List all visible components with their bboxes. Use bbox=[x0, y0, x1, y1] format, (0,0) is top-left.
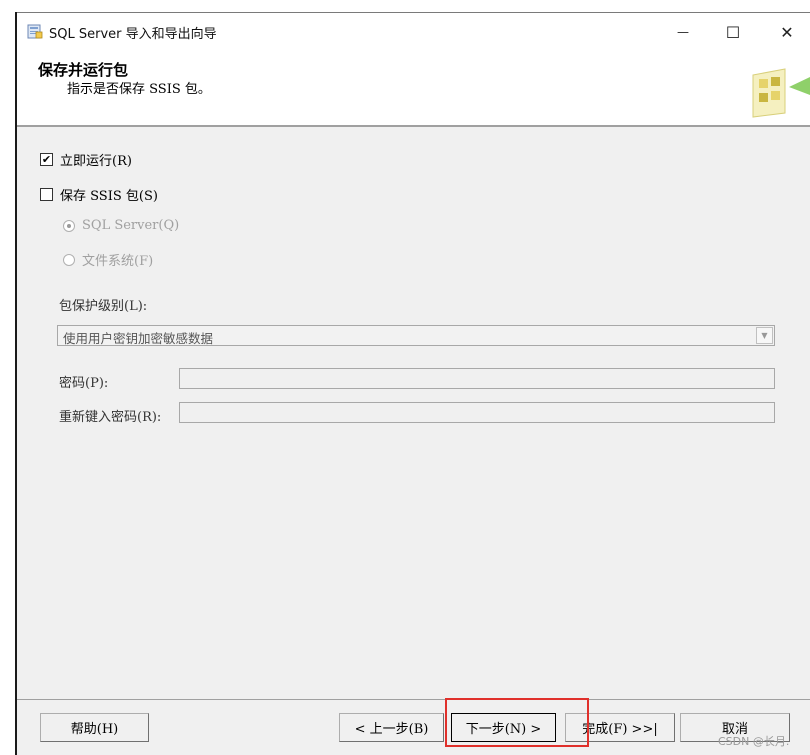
run-now-option[interactable]: ✔ 立即运行(R) bbox=[40, 150, 132, 169]
file-system-label: 文件系统(F) bbox=[82, 254, 154, 269]
save-ssis-option[interactable]: 保存 SSIS 包(S) bbox=[40, 185, 158, 204]
chevron-down-icon[interactable]: ▼ bbox=[756, 327, 773, 344]
password-label: 密码(P): bbox=[59, 376, 109, 391]
run-now-checkbox[interactable]: ✔ bbox=[40, 153, 53, 166]
wizard-app-icon bbox=[27, 24, 43, 39]
protection-level-value: 使用用户密钥加密敏感数据 bbox=[63, 331, 214, 346]
maximize-icon: ☐ bbox=[725, 22, 741, 42]
footer-divider bbox=[17, 699, 810, 700]
title-bar: SQL Server 导入和导出向导 — ☐ ✕ bbox=[17, 13, 810, 51]
page-header: 保存并运行包 指示是否保存 SSIS 包。 bbox=[17, 51, 810, 127]
file-system-option[interactable]: 文件系统(F) bbox=[63, 250, 153, 269]
file-system-radio[interactable] bbox=[63, 253, 75, 266]
protection-level-select[interactable]: 使用用户密钥加密敏感数据 ▼ bbox=[57, 325, 775, 346]
window-title: SQL Server 导入和导出向导 bbox=[49, 27, 217, 42]
password-field[interactable] bbox=[179, 368, 775, 389]
page-title: 保存并运行包 bbox=[38, 61, 129, 79]
retype-password-label: 重新键入密码(R): bbox=[59, 410, 162, 425]
wizard-logo-icon bbox=[752, 68, 810, 118]
back-button[interactable]: < 上一步(B) bbox=[339, 713, 444, 742]
next-button-highlight bbox=[445, 698, 589, 747]
page-subtitle: 指示是否保存 SSIS 包。 bbox=[67, 82, 211, 97]
close-icon: ✕ bbox=[780, 22, 794, 42]
run-now-label: 立即运行(R) bbox=[60, 154, 132, 169]
minimize-icon: — bbox=[677, 25, 689, 39]
sql-server-option[interactable]: SQL Server(Q) bbox=[63, 218, 179, 233]
save-ssis-label: 保存 SSIS 包(S) bbox=[60, 189, 158, 204]
protection-level-label: 包保护级别(L): bbox=[59, 299, 148, 314]
minimize-button[interactable]: — bbox=[660, 13, 706, 51]
help-button[interactable]: 帮助(H) bbox=[40, 713, 149, 742]
wizard-window: SQL Server 导入和导出向导 — ☐ ✕ 保存并运行包 指示是否保存 S… bbox=[17, 12, 810, 755]
close-button[interactable]: ✕ bbox=[764, 13, 810, 51]
maximize-button[interactable]: ☐ bbox=[710, 13, 756, 51]
sql-server-label: SQL Server(Q) bbox=[82, 218, 180, 233]
sql-server-radio[interactable] bbox=[63, 219, 75, 232]
retype-password-field[interactable] bbox=[179, 402, 775, 423]
watermark-text: CSDN @长月. bbox=[718, 735, 790, 748]
save-ssis-checkbox[interactable] bbox=[40, 188, 53, 201]
